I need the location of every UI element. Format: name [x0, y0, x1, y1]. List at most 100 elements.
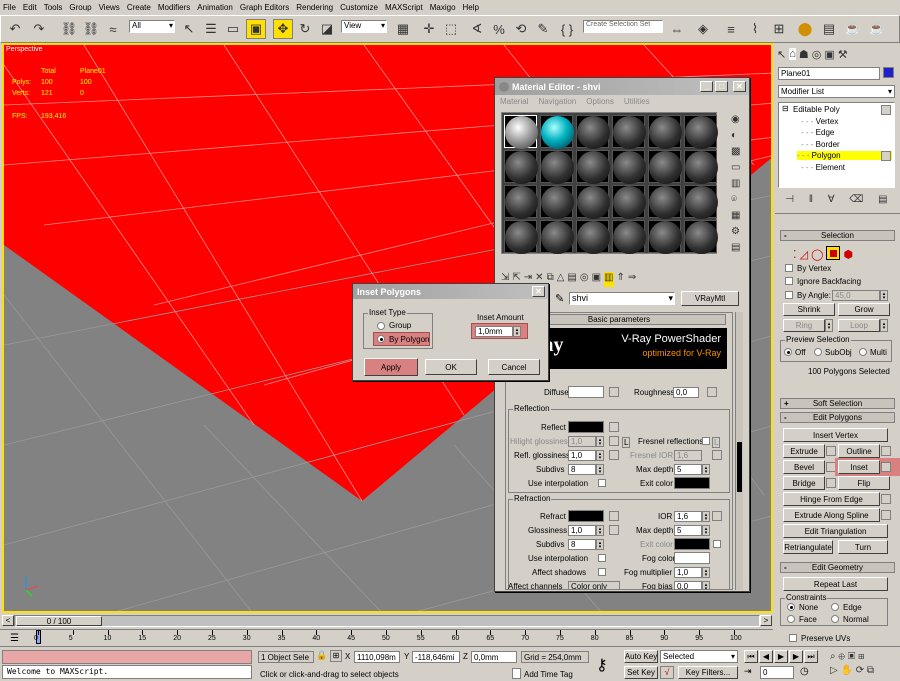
menu-item-create[interactable]: Create: [127, 3, 151, 12]
zoom-icon[interactable]: ⌕: [830, 651, 836, 662]
layer-manager-icon[interactable]: ≡: [721, 19, 741, 39]
utilities-tab-icon[interactable]: ⚒: [838, 48, 848, 61]
rect-selection-icon[interactable]: ▭: [223, 19, 243, 39]
edit-named-sel-icon[interactable]: ✎: [533, 19, 553, 39]
angle-field[interactable]: 45,0: [832, 290, 880, 301]
use-interp-checkbox[interactable]: [598, 479, 606, 487]
key-mode-toggle-icon[interactable]: ⇥: [744, 666, 756, 679]
display-tab-icon[interactable]: ▣: [824, 48, 834, 61]
by-angle-checkbox[interactable]: [785, 291, 793, 299]
fresnel-checkbox[interactable]: [702, 437, 710, 445]
me-menu-navigation[interactable]: Navigation: [538, 97, 576, 106]
key-filters-button[interactable]: Key Filters...: [678, 666, 738, 679]
sample-slot[interactable]: [576, 115, 610, 149]
menu-item-file[interactable]: File: [3, 3, 16, 12]
set-key-mode-icon[interactable]: ⚷: [596, 655, 608, 675]
z-coord-field[interactable]: 0,0mm: [471, 651, 517, 663]
subdivs2-spinner[interactable]: ▴ ▾: [596, 539, 604, 550]
max-depth-field[interactable]: 5: [674, 464, 702, 475]
preview-off-radio[interactable]: [784, 348, 792, 356]
show-end-result-icon[interactable]: ▥: [604, 272, 614, 287]
shrink-button[interactable]: Shrink: [783, 303, 835, 316]
mirror-icon[interactable]: ⇔: [667, 19, 687, 39]
unique-icon[interactable]: △: [557, 272, 565, 287]
edit-polygons-rollout[interactable]: - Edit Polygons: [780, 412, 895, 423]
make-unique-icon[interactable]: ∀: [828, 194, 835, 208]
modifier-list-dropdown[interactable]: Modifier List ▾: [778, 85, 895, 98]
pivot-icon[interactable]: ▦: [393, 19, 413, 39]
inset-button[interactable]: Inset: [838, 460, 880, 474]
play-icon[interactable]: ▶: [774, 650, 788, 663]
go-parent-icon[interactable]: ⇑: [617, 272, 625, 287]
angle-snap-icon[interactable]: ∢: [467, 19, 487, 39]
key-mode-icon[interactable]: √: [660, 666, 674, 679]
stack-subobject-polygon[interactable]: - - - Polygon: [797, 151, 892, 160]
by-vertex-checkbox[interactable]: [785, 264, 793, 272]
extrude-settings-button[interactable]: [826, 446, 836, 456]
glossiness-map-button[interactable]: [609, 525, 619, 535]
maxscript-listener[interactable]: Welcome to MAXScript.: [2, 665, 252, 679]
menu-item-animation[interactable]: Animation: [197, 3, 233, 12]
time-config-icon[interactable]: ◷: [800, 666, 814, 679]
time-tag-checkbox[interactable]: [512, 668, 521, 679]
extrude-along-spline-button[interactable]: Extrude Along Spline: [783, 508, 880, 522]
material-editor-icon[interactable]: ⬤: [795, 19, 815, 39]
select-by-name-icon[interactable]: ☰: [201, 19, 221, 39]
sample-slot[interactable]: [540, 150, 574, 184]
sample-slot[interactable]: [684, 220, 718, 254]
spinner-snap-icon[interactable]: ⟲: [511, 19, 531, 39]
create-tab-icon[interactable]: ↖: [777, 48, 786, 61]
sample-slot[interactable]: [684, 150, 718, 184]
hilight-map-button[interactable]: [609, 436, 619, 446]
maxscript-listener-top[interactable]: [2, 650, 252, 664]
sample-slot[interactable]: [576, 150, 610, 184]
menu-item-maxscript[interactable]: MAXScript: [385, 3, 423, 12]
fog-mult-spinner[interactable]: ▴ ▾: [702, 567, 710, 578]
fog-mult-field[interactable]: 1,0: [674, 567, 702, 578]
sample-slot[interactable]: [648, 220, 682, 254]
exit-color-swatch[interactable]: [674, 477, 710, 489]
align-icon[interactable]: ◈: [693, 19, 713, 39]
sample-slot[interactable]: [504, 115, 538, 149]
polygon-mode-icon[interactable]: [826, 246, 841, 260]
repeat-last-button[interactable]: Repeat Last: [783, 577, 888, 591]
zoom-extents-icon[interactable]: ▣: [848, 651, 856, 662]
sample-slot[interactable]: [504, 185, 538, 219]
flip-button[interactable]: Flip: [838, 476, 890, 490]
curve-editor-mini-icon[interactable]: ☰: [10, 633, 19, 644]
hilight-field[interactable]: 1,0: [568, 436, 596, 447]
max-depth2-field[interactable]: 5: [674, 525, 702, 536]
constraint-normal-radio[interactable]: [831, 615, 839, 623]
loop-button[interactable]: Loop: [838, 319, 880, 332]
menu-item-group[interactable]: Group: [69, 3, 91, 12]
stack-subobject-border[interactable]: - - - Border: [801, 140, 840, 149]
orbit-icon[interactable]: ⟳: [856, 665, 864, 676]
schematic-view-icon[interactable]: ⊞: [769, 19, 789, 39]
stack-subobject-element[interactable]: - - - Element: [801, 163, 845, 172]
extrude-spline-settings-button[interactable]: [881, 510, 891, 520]
affect-channels-dropdown[interactable]: Color only: [568, 581, 620, 589]
time-prev-button[interactable]: <: [2, 615, 14, 626]
preserve-uvs-checkbox[interactable]: [789, 634, 797, 642]
refract-map-button[interactable]: [609, 511, 619, 521]
ring-button[interactable]: Ring: [783, 319, 825, 332]
element-mode-icon[interactable]: ⬢: [844, 249, 854, 261]
stack-toggle[interactable]: [881, 151, 891, 161]
ring-spinner[interactable]: ▴ ▾: [825, 319, 833, 332]
object-color-swatch[interactable]: [883, 67, 894, 78]
max-toggle-icon[interactable]: ⧉: [867, 665, 874, 676]
ior-spinner[interactable]: ▴ ▾: [702, 511, 710, 522]
me-menu-material[interactable]: Material: [500, 97, 528, 106]
grow-button[interactable]: Grow: [838, 303, 890, 316]
select-object-icon[interactable]: ↖: [179, 19, 199, 39]
set-key-button[interactable]: Set Key: [624, 666, 658, 679]
preview-multi-radio[interactable]: [859, 348, 867, 356]
hilight-lock-button[interactable]: L: [622, 437, 631, 448]
close-button[interactable]: ✕: [733, 81, 746, 92]
time-slider-track[interactable]: 0 / 100: [14, 615, 760, 627]
named-sel-icon[interactable]: { }: [557, 19, 577, 39]
scale-icon[interactable]: ◪: [317, 19, 337, 39]
remove-modifier-icon[interactable]: ⌫: [849, 194, 863, 208]
outline-settings-button[interactable]: [881, 446, 891, 456]
x-coord-field[interactable]: 1110,098m: [354, 651, 400, 663]
